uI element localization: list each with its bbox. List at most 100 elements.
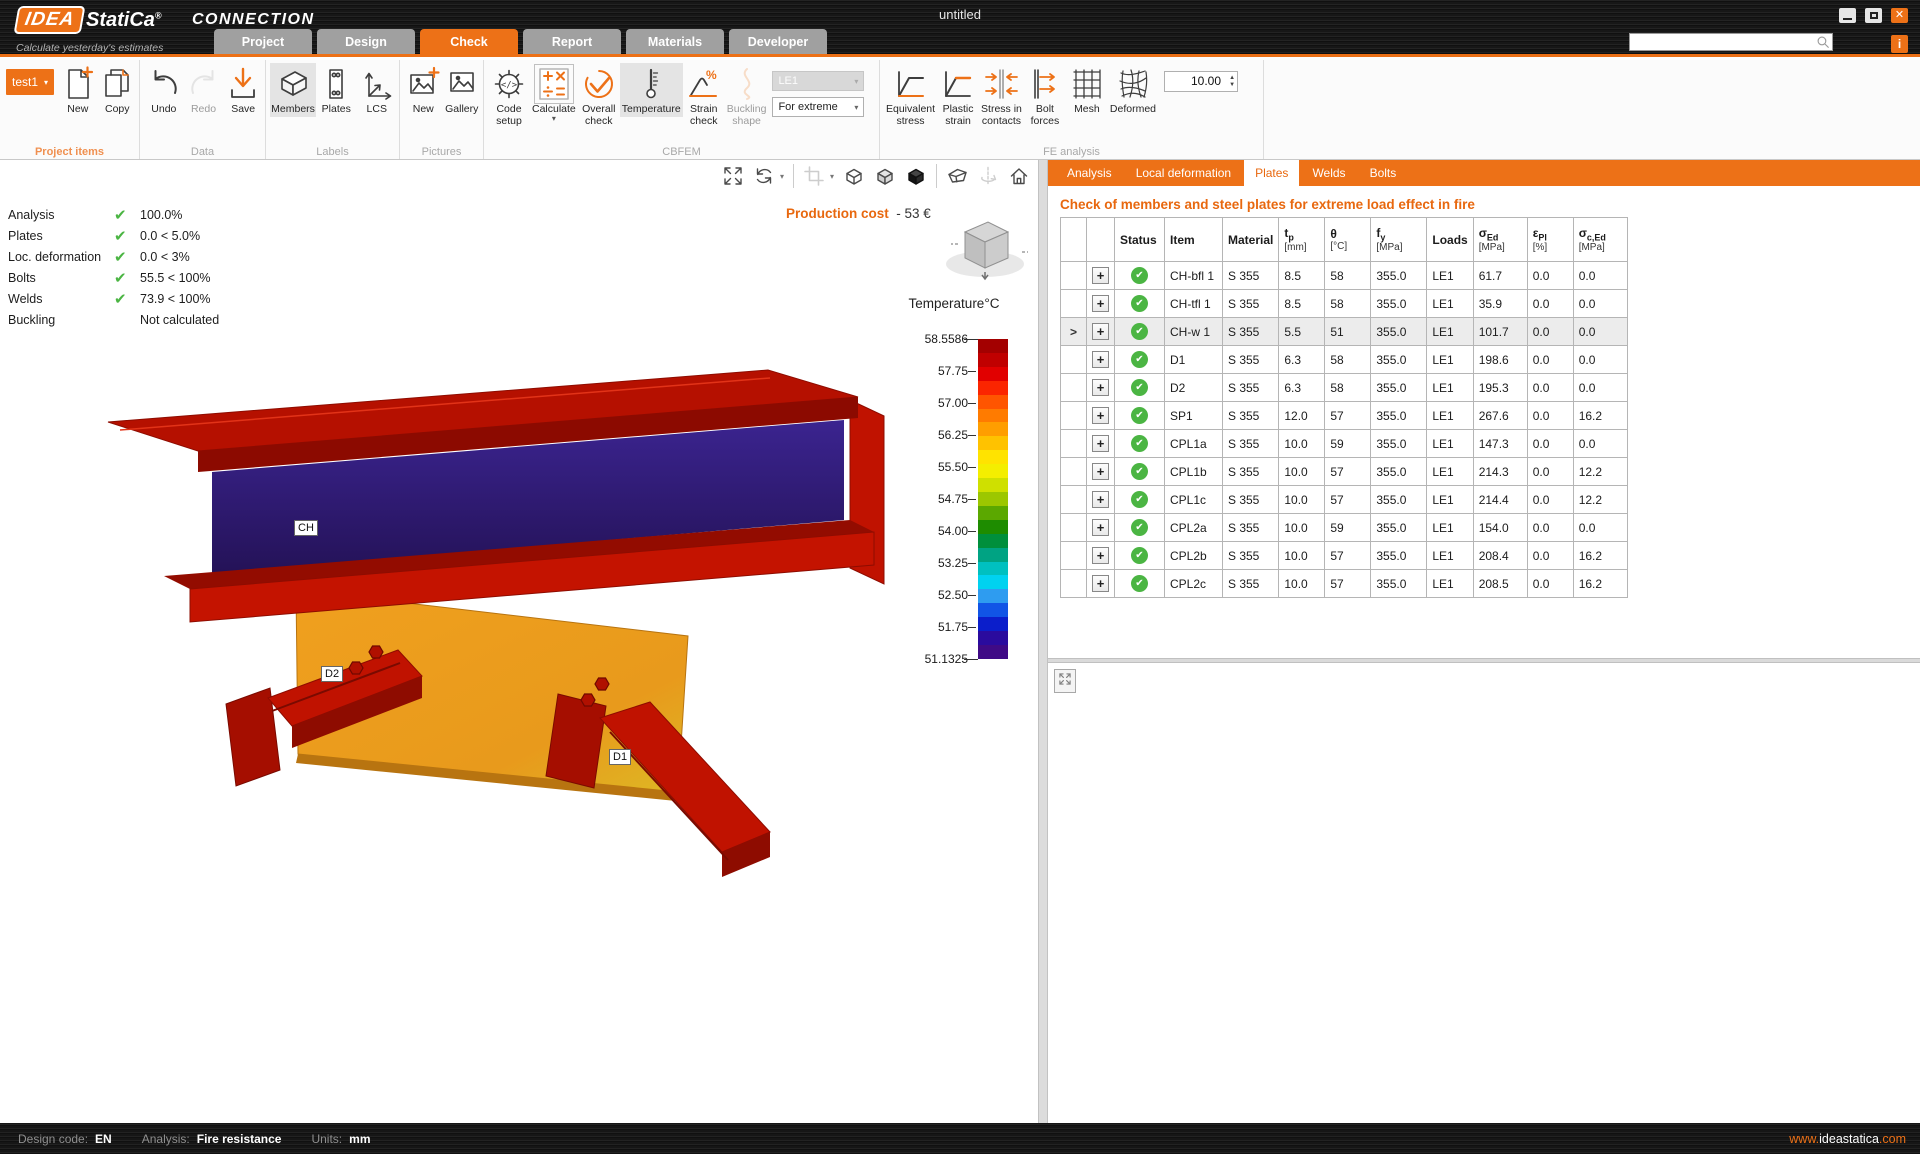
tab-materials[interactable]: Materials <box>626 29 724 54</box>
bolt-forces-button[interactable]: Boltforces <box>1024 63 1066 129</box>
expand-row-button[interactable]: + <box>1092 407 1109 424</box>
deformed-scale-spinner[interactable]: 10.00▲▼ <box>1164 71 1238 92</box>
members-button[interactable]: Members <box>270 63 316 117</box>
view-cube[interactable] <box>938 214 1032 284</box>
viewport-3d[interactable]: ▾▾ Analysis✔100.0%Plates✔0.0 < 5.0%Loc. … <box>0 160 1038 1123</box>
table-row-cpl1b[interactable]: +✔CPL1bS 35510.057355.0LE1214.30.012.2 <box>1061 458 1628 486</box>
eps-pl-cell: 0.0 <box>1527 374 1573 402</box>
search-icon[interactable] <box>1816 35 1830 49</box>
search-input[interactable] <box>1632 34 1812 50</box>
scale-tick <box>964 659 978 660</box>
material-cell: S 355 <box>1223 514 1279 542</box>
material-cell: S 355 <box>1223 318 1279 346</box>
row-selector-cell <box>1061 402 1087 430</box>
table-row-cpl2c[interactable]: +✔CPL2cS 35510.057355.0LE1208.50.016.2 <box>1061 570 1628 598</box>
code-setup-button[interactable]: </>Codesetup <box>488 63 530 129</box>
chevron-down-icon: ▾ <box>44 78 48 87</box>
spinner-up-icon[interactable]: ▲ <box>1229 75 1235 81</box>
calculate-icon <box>535 65 573 103</box>
expand-row-button[interactable]: + <box>1092 295 1109 312</box>
table-row-ch-w-1[interactable]: >+✔CH-w 1S 3555.551355.0LE1101.70.00.0 <box>1061 318 1628 346</box>
tab-project[interactable]: Project <box>214 29 312 54</box>
expand-row-button[interactable]: + <box>1092 547 1109 564</box>
table-row-cpl2b[interactable]: +✔CPL2bS 35510.057355.0LE1208.40.016.2 <box>1061 542 1628 570</box>
table-row-ch-bfl-1[interactable]: +✔CH-bfl 1S 3558.558355.0LE161.70.00.0 <box>1061 262 1628 290</box>
fy-cell: 355.0 <box>1371 262 1427 290</box>
tab-design[interactable]: Design <box>317 29 415 54</box>
undo-button[interactable]: Undo <box>144 63 184 117</box>
table-row-d2[interactable]: +✔D2S 3556.358355.0LE1195.30.00.0 <box>1061 374 1628 402</box>
panel-splitter[interactable] <box>1038 160 1048 1123</box>
chevron-down-icon[interactable]: ▾ <box>780 172 784 181</box>
maximize-button[interactable] <box>1865 8 1882 23</box>
check-ok-icon: ✔ <box>114 269 140 287</box>
save-button[interactable]: Save <box>223 63 263 117</box>
cube-shaded-icon[interactable] <box>874 165 896 187</box>
summary-label: Analysis <box>8 208 114 222</box>
button-label: Redo <box>191 103 216 115</box>
tab-report[interactable]: Report <box>523 29 621 54</box>
cube-solid-icon[interactable] <box>905 165 927 187</box>
equivalent-stress-button[interactable]: Equivalentstress <box>884 63 937 129</box>
project-item-dropdown[interactable]: test1▾ <box>6 69 54 95</box>
table-row-ch-tfl-1[interactable]: +✔CH-tfl 1S 3558.558355.0LE135.90.00.0 <box>1061 290 1628 318</box>
chevron-down-icon[interactable]: ▾ <box>830 172 834 181</box>
cube-wireframe-icon[interactable] <box>843 165 865 187</box>
stress-in-contacts-button[interactable]: Stress incontacts <box>979 63 1024 129</box>
temperature-button[interactable]: Temperature <box>620 63 683 117</box>
lcs-button[interactable]: LCS <box>357 63 397 117</box>
overall-check-button[interactable]: Overallcheck <box>578 63 620 129</box>
spinner-down-icon[interactable]: ▼ <box>1229 82 1235 88</box>
cbfem-dropdown-for-extreme[interactable]: For extreme▾ <box>772 97 864 117</box>
button-label: Overallcheck <box>582 103 615 127</box>
strain-check-button[interactable]: %Straincheck <box>683 63 725 129</box>
results-tab-bolts[interactable]: Bolts <box>1359 160 1408 186</box>
status-ok-icon: ✔ <box>1131 407 1148 424</box>
website-link[interactable]: www.ideastatica.com <box>1789 1132 1906 1146</box>
results-tab-plates[interactable]: Plates <box>1244 160 1299 186</box>
table-row-cpl2a[interactable]: +✔CPL2aS 35510.059355.0LE1154.00.00.0 <box>1061 514 1628 542</box>
search-box <box>1629 33 1833 51</box>
status-ok-icon: ✔ <box>1131 323 1148 340</box>
results-tab-welds[interactable]: Welds <box>1301 160 1356 186</box>
expand-pane-button[interactable] <box>1054 669 1076 693</box>
check-ok-icon: ✔ <box>114 248 140 266</box>
expand-row-button[interactable]: + <box>1092 435 1109 452</box>
deformed-button[interactable]: Deformed <box>1108 63 1158 117</box>
table-row-sp1[interactable]: +✔SP1S 35512.057355.0LE1267.60.016.2 <box>1061 402 1628 430</box>
results-tab-analysis[interactable]: Analysis <box>1056 160 1123 186</box>
home-icon[interactable] <box>1008 165 1030 187</box>
expand-row-button[interactable]: + <box>1092 491 1109 508</box>
temperature-scale-value: 55.50 <box>938 460 968 474</box>
expand-row-button[interactable]: + <box>1092 379 1109 396</box>
new-button[interactable]: New <box>58 63 97 117</box>
gallery-button[interactable]: Gallery <box>443 63 482 117</box>
expand-row-button[interactable]: + <box>1092 463 1109 480</box>
table-row-d1[interactable]: +✔D1S 3556.358355.0LE1198.60.00.0 <box>1061 346 1628 374</box>
tab-check[interactable]: Check <box>420 29 518 54</box>
table-row-cpl1c[interactable]: +✔CPL1cS 35510.057355.0LE1214.40.012.2 <box>1061 486 1628 514</box>
copy-button[interactable]: Copy <box>98 63 137 117</box>
section-wedge-icon[interactable] <box>946 165 968 187</box>
rotate-icon[interactable] <box>753 165 775 187</box>
expand-row-button[interactable]: + <box>1092 323 1109 340</box>
fit-view-icon[interactable] <box>722 165 744 187</box>
plastic-strain-button[interactable]: Plasticstrain <box>937 63 979 129</box>
table-row-cpl1a[interactable]: +✔CPL1aS 35510.059355.0LE1147.30.00.0 <box>1061 430 1628 458</box>
panel-divider[interactable] <box>1048 658 1920 663</box>
tab-developer[interactable]: Developer <box>729 29 827 54</box>
calculate-button[interactable]: Calculate▾ <box>530 63 578 125</box>
summary-row-plates: Plates✔0.0 < 5.0% <box>8 225 219 246</box>
plates-button[interactable]: Plates <box>316 63 356 117</box>
expand-row-button[interactable]: + <box>1092 519 1109 536</box>
new-button[interactable]: New <box>404 63 443 117</box>
expand-row-button[interactable]: + <box>1092 351 1109 368</box>
results-tab-local-deformation[interactable]: Local deformation <box>1125 160 1242 186</box>
mesh-button[interactable]: Mesh <box>1066 63 1108 117</box>
close-button[interactable]: ✕ <box>1891 8 1908 23</box>
selected-row-arrow: > <box>1070 325 1077 339</box>
expand-row-button[interactable]: + <box>1092 267 1109 284</box>
info-button[interactable]: i <box>1891 35 1908 53</box>
expand-row-button[interactable]: + <box>1092 575 1109 592</box>
minimize-button[interactable] <box>1839 8 1856 23</box>
